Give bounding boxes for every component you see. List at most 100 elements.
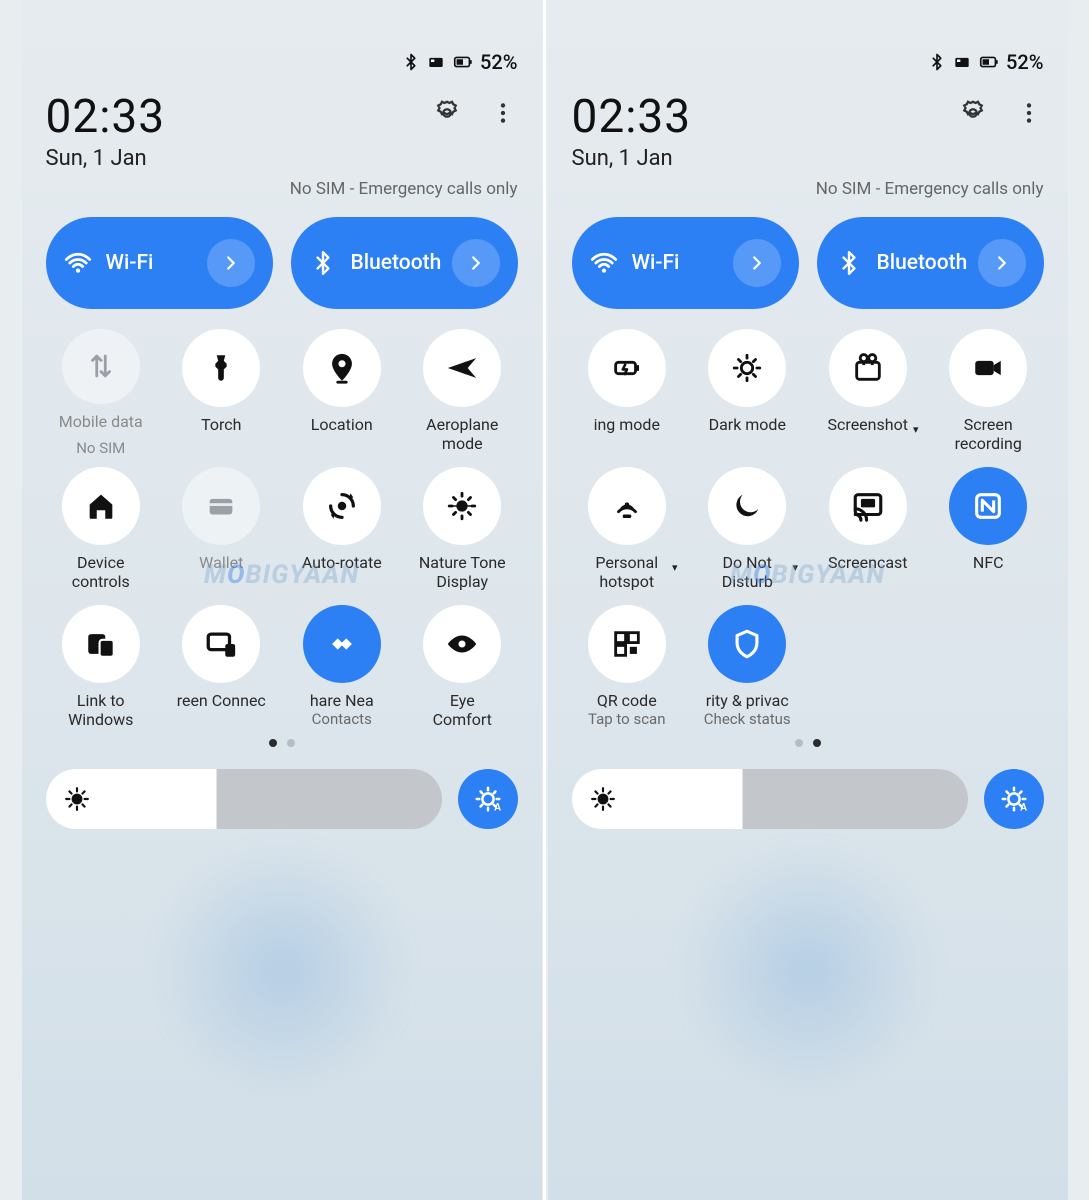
tile-screencast[interactable]: Screencast (813, 467, 924, 595)
tile-auto-rotate[interactable]: Auto-rotate (287, 467, 398, 595)
bluetooth-label: Bluetooth (877, 251, 978, 275)
screenshot-caret-icon: ▾ (913, 423, 919, 436)
saving-mode-icon (588, 329, 666, 407)
mobile-data-label: Mobile data (59, 412, 143, 431)
torch-icon (182, 329, 260, 407)
dark-mode-label: Dark mode (709, 415, 786, 434)
time-block: 02:33 Sun, 1 Jan (46, 90, 166, 171)
dark-mode-icon (708, 329, 786, 407)
wifi-label: Wi-Fi (106, 251, 207, 275)
tile-security[interactable]: rity & privacCheck status (692, 605, 803, 733)
settings-icon[interactable] (432, 98, 462, 128)
tile-dark-mode[interactable]: Dark mode (692, 329, 803, 457)
wallet-label: Wallet (199, 553, 243, 572)
tile-screen-connect[interactable]: reen Connec (166, 605, 277, 733)
device-controls-label: Device controls (72, 553, 130, 591)
tile-eye-comfort[interactable]: Eye Comfort (407, 605, 518, 733)
bluetooth-expand[interactable] (452, 239, 500, 287)
card-status-icon (952, 52, 972, 72)
battery-status-icon (452, 51, 474, 73)
nature-tone-icon (423, 467, 501, 545)
tile-dnd[interactable]: Do Not Disturb ▾ (692, 467, 803, 595)
aeroplane-icon (423, 329, 501, 407)
page-dot-2[interactable] (287, 739, 295, 747)
wallet-icon (182, 467, 260, 545)
screencast-icon (829, 467, 907, 545)
auto-brightness-button[interactable] (458, 769, 518, 829)
dnd-caret-icon: ▾ (792, 561, 798, 574)
card-status-icon (426, 52, 446, 72)
location-label: Location (311, 415, 373, 434)
top-toggles: Wi-Fi Bluetooth (46, 217, 518, 309)
tile-qr[interactable]: QR codeTap to scan (572, 605, 683, 733)
brightness-slider[interactable] (46, 769, 442, 829)
hotspot-label: Personal hotspot (595, 553, 658, 591)
nearby-share-sublabel: Contacts (312, 710, 372, 728)
tile-nfc[interactable]: NFC (933, 467, 1044, 595)
header-actions (432, 98, 518, 128)
nfc-icon (949, 467, 1027, 545)
quick-settings-panel-page1: 52% 02:33 Sun, 1 Jan No SIM - Emergency … (22, 0, 542, 1200)
tiles-grid-page1: Mobile dataNo SIMTorch Location Aeroplane … (46, 329, 518, 733)
bluetooth-expand[interactable] (978, 239, 1026, 287)
wifi-expand[interactable] (733, 239, 781, 287)
wifi-icon (590, 249, 618, 277)
brightness-row (572, 769, 1044, 829)
tile-wallet[interactable]: Wallet (166, 467, 277, 595)
brightness-slider[interactable] (572, 769, 968, 829)
screenshot-label: Screenshot (828, 415, 908, 434)
tile-screen-recording[interactable]: Screen recording (933, 329, 1044, 457)
tile-hotspot[interactable]: Personal hotspot▾ (572, 467, 683, 595)
header: 02:33 Sun, 1 Jan (572, 90, 1044, 171)
page-dot-2[interactable] (813, 739, 821, 747)
dnd-icon (708, 467, 786, 545)
brightness-row (46, 769, 518, 829)
wifi-toggle[interactable]: Wi-Fi (572, 217, 799, 309)
bluetooth-status-icon (402, 53, 420, 71)
header-actions (958, 98, 1044, 128)
wifi-label: Wi-Fi (632, 251, 733, 275)
screen-recording-icon (949, 329, 1027, 407)
more-icon[interactable] (1014, 98, 1044, 128)
tile-screenshot[interactable]: Screenshot ▾ (813, 329, 924, 457)
tile-nature-tone[interactable]: Nature Tone Display (407, 467, 518, 595)
bluetooth-toggle[interactable]: Bluetooth (817, 217, 1044, 309)
tile-nearby-share[interactable]: hare NeaContacts (287, 605, 398, 733)
nearby-share-icon (303, 605, 381, 683)
wifi-icon (64, 249, 92, 277)
dnd-label: Do Not Disturb (722, 553, 773, 591)
tile-mobile-data[interactable]: Mobile dataNo SIM (46, 329, 157, 457)
wifi-toggle[interactable]: Wi-Fi (46, 217, 273, 309)
tile-device-controls[interactable]: Device controls (46, 467, 157, 595)
wifi-expand[interactable] (207, 239, 255, 287)
tile-link-windows[interactable]: Link to Windows (46, 605, 157, 733)
page-dot-1[interactable] (795, 739, 803, 747)
top-toggles: Wi-Fi Bluetooth (572, 217, 1044, 309)
eye-comfort-icon (423, 605, 501, 683)
sim-status: No SIM - Emergency calls only (46, 179, 518, 199)
security-label: rity & privac (706, 691, 789, 710)
auto-brightness-button[interactable] (984, 769, 1044, 829)
tile-saving-mode[interactable]: ing mode (572, 329, 683, 457)
link-windows-icon (62, 605, 140, 683)
tile-location[interactable]: Location (287, 329, 398, 457)
time: 02:33 (572, 90, 692, 144)
page-dot-1[interactable] (269, 739, 277, 747)
location-icon (303, 329, 381, 407)
nature-tone-label: Nature Tone Display (419, 553, 506, 591)
status-bar: 52% (46, 20, 518, 74)
more-icon[interactable] (488, 98, 518, 128)
auto-rotate-label: Auto-rotate (302, 553, 382, 572)
screen-recording-label: Screen recording (955, 415, 1022, 453)
device-controls-icon (62, 467, 140, 545)
background-blur (152, 840, 412, 1100)
screenshot-icon (829, 329, 907, 407)
link-windows-label: Link to Windows (68, 691, 133, 729)
screen-connect-icon (182, 605, 260, 683)
battery-percent: 52% (480, 50, 517, 74)
settings-icon[interactable] (958, 98, 988, 128)
tile-aeroplane[interactable]: Aeroplane mode (407, 329, 518, 457)
bluetooth-toggle[interactable]: Bluetooth (291, 217, 518, 309)
tile-torch[interactable]: Torch (166, 329, 277, 457)
tiles-grid-page2: ing mode Dark mode Screenshot ▾ Screen recor… (572, 329, 1044, 733)
